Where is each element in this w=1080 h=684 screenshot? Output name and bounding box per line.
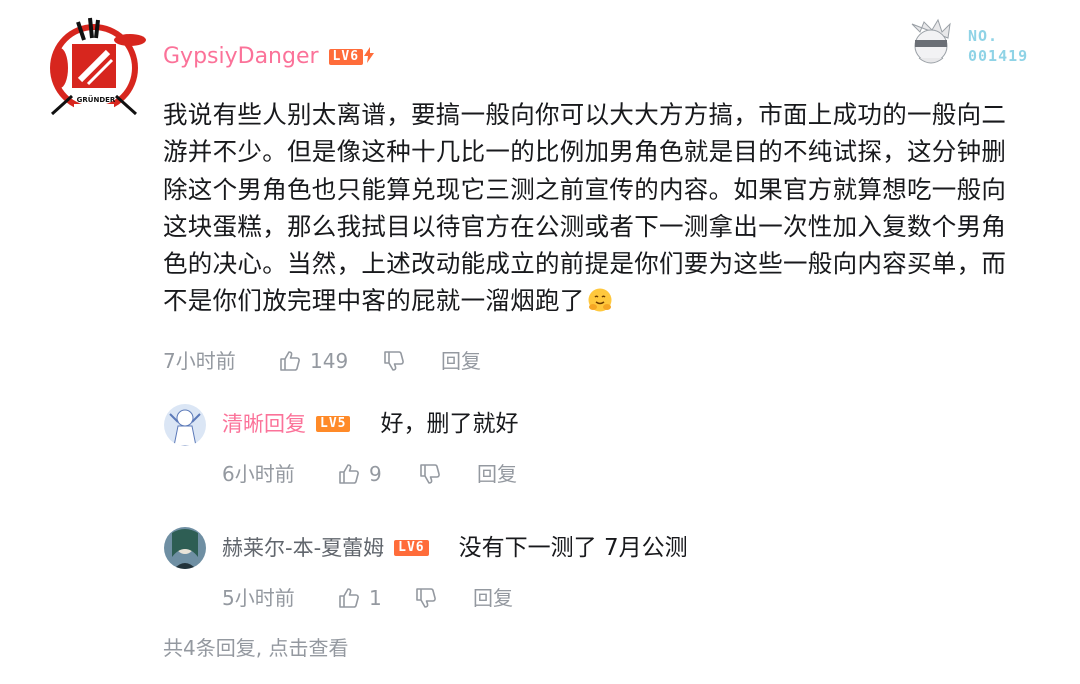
like-button[interactable]: 9: [337, 462, 382, 486]
level-badge: LV5: [316, 416, 351, 432]
comment-header: GypsiyDanger LV6: [163, 45, 375, 69]
user-avatar[interactable]: GRÜNDER: [38, 10, 150, 122]
reply-button[interactable]: 回复: [473, 586, 513, 610]
level-badge: LV6: [328, 49, 364, 65]
reply-avatar[interactable]: [164, 527, 206, 569]
reply-header: 清晰回复 LV5 好，删了就好: [222, 411, 518, 437]
like-count: 1: [369, 586, 382, 610]
thumbs-down-icon: [414, 586, 438, 610]
dislike-button[interactable]: [382, 349, 406, 373]
reply-username[interactable]: 赫莱尔-本-夏蕾姆: [222, 536, 384, 560]
fan-badge-number: NO. 001419: [968, 27, 1029, 65]
view-all-replies-link[interactable]: 共4条回复, 点击查看: [163, 636, 348, 660]
reply-button[interactable]: 回复: [441, 349, 481, 373]
reply-text: 没有下一测了 7月公测: [458, 535, 688, 561]
fan-badge-icon[interactable]: [902, 16, 960, 68]
username[interactable]: GypsiyDanger: [163, 45, 319, 69]
thumbs-down-icon: [418, 462, 442, 486]
like-button[interactable]: 149: [278, 349, 348, 373]
like-button[interactable]: 1: [337, 586, 382, 610]
reply-username[interactable]: 清晰回复: [222, 412, 306, 436]
reply-avatar[interactable]: [164, 404, 206, 446]
reply-text: 好，删了就好: [380, 411, 519, 437]
like-count: 9: [369, 462, 382, 486]
lightning-icon: [364, 47, 375, 67]
reply-header: 赫莱尔-本-夏蕾姆 LV6 没有下一测了 7月公测: [222, 535, 688, 561]
thumbs-up-icon: [337, 462, 361, 486]
dislike-button[interactable]: [414, 586, 438, 610]
thumbs-up-icon: [278, 349, 302, 373]
dislike-button[interactable]: [418, 462, 442, 486]
thumbs-up-icon: [337, 586, 361, 610]
reply-time: 5小时前: [222, 586, 295, 610]
avatar-caption: GRÜNDER: [76, 96, 116, 104]
comment-text: 我说有些人别太离谱，要搞一般向你可以大大方方搞，市面上成功的一般向二 游并不少。…: [163, 100, 1007, 316]
hug-emoji-icon: [587, 286, 613, 312]
level-badge: LV6: [394, 540, 429, 556]
thumbs-down-icon: [382, 349, 406, 373]
like-count: 149: [310, 349, 349, 373]
reply-button[interactable]: 回复: [477, 462, 517, 486]
reply-time: 6小时前: [222, 462, 295, 486]
comment-time: 7小时前: [163, 349, 236, 373]
